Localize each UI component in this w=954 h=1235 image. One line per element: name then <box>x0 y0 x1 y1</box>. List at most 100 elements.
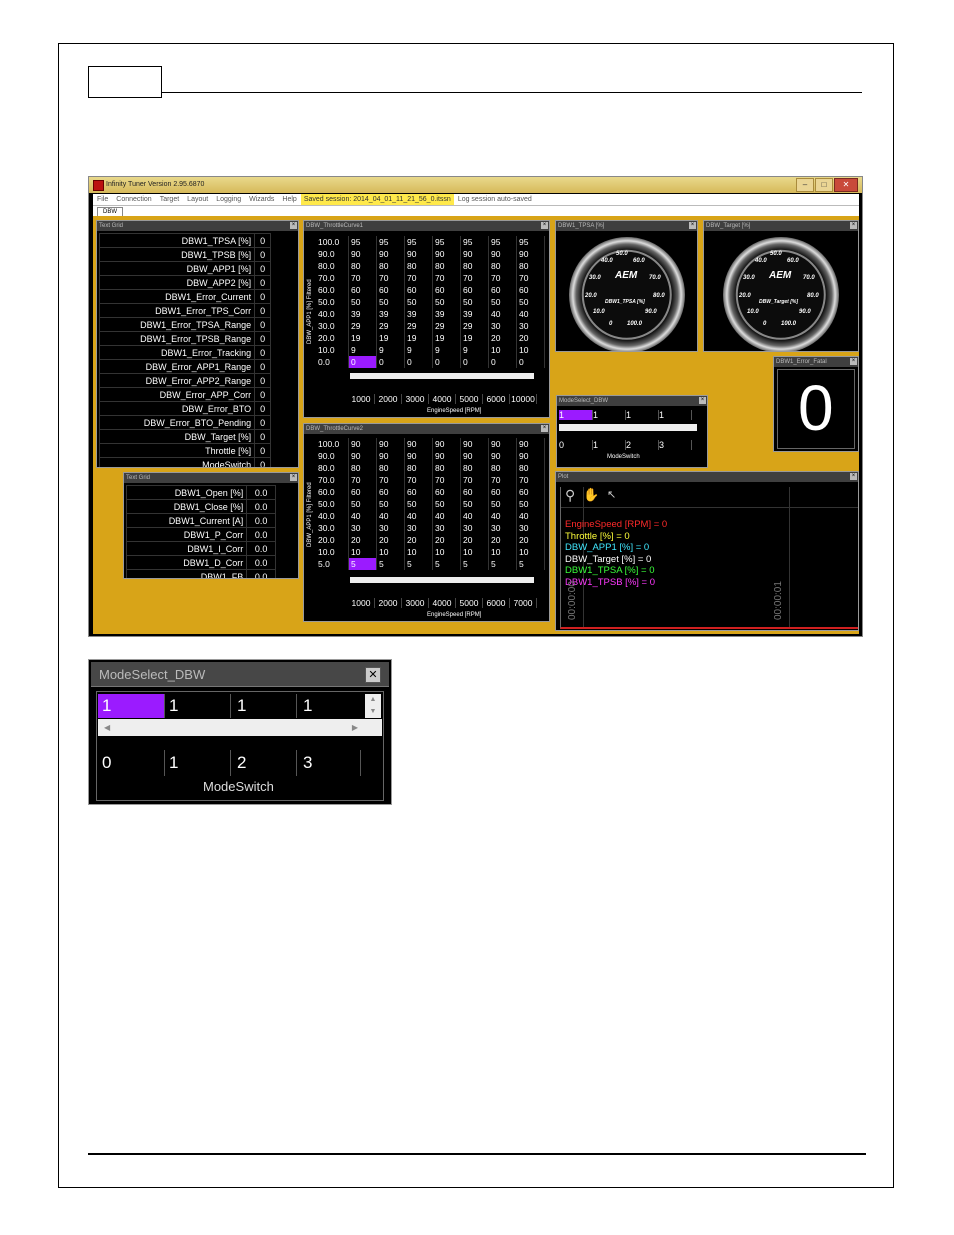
map-cell[interactable]: 0 <box>432 356 461 368</box>
map-cell[interactable]: 60 <box>404 284 433 296</box>
map-cell[interactable]: 30 <box>460 522 489 534</box>
map-cell[interactable]: 90 <box>460 450 489 462</box>
map-cell[interactable]: 29 <box>376 320 405 332</box>
map-cell[interactable]: 20 <box>516 534 545 546</box>
map-cell[interactable]: 40 <box>348 510 377 522</box>
map-cell[interactable]: 90 <box>432 248 461 260</box>
panel-close-button[interactable]: × <box>290 222 297 229</box>
map-cell[interactable]: 0 <box>404 356 433 368</box>
map-cell[interactable]: 90 <box>376 450 405 462</box>
mode-cell[interactable]: 1 <box>231 694 297 718</box>
map-cell[interactable]: 50 <box>376 498 405 510</box>
map-cell[interactable]: 50 <box>488 296 517 308</box>
map-cell[interactable]: 30 <box>348 522 377 534</box>
map-cell[interactable]: 80 <box>348 462 377 474</box>
map-cell[interactable]: 80 <box>516 462 545 474</box>
map-cell[interactable]: 40 <box>488 308 517 320</box>
map-cell[interactable]: 50 <box>460 498 489 510</box>
map-cell[interactable]: 20 <box>404 534 433 546</box>
map-cell[interactable]: 30 <box>488 522 517 534</box>
horizontal-scrollbar[interactable] <box>350 373 534 379</box>
map-cell[interactable]: 30 <box>516 522 545 534</box>
map-cell[interactable]: 80 <box>460 260 489 272</box>
map-cell[interactable]: 70 <box>376 272 405 284</box>
mode-cell[interactable]: 1 <box>659 410 692 420</box>
map-cell[interactable]: 70 <box>376 474 405 486</box>
map-cell[interactable]: 90 <box>376 438 405 450</box>
map-cell[interactable]: 5 <box>404 558 433 570</box>
map-cell[interactable]: 10 <box>460 546 489 558</box>
mode-cell[interactable]: 1 <box>593 410 626 420</box>
map-cell[interactable]: 80 <box>432 462 461 474</box>
map-cell[interactable]: 60 <box>488 486 517 498</box>
map-cell[interactable]: 19 <box>460 332 489 344</box>
map-cell[interactable]: 70 <box>348 474 377 486</box>
panel-close-button[interactable]: × <box>290 474 297 481</box>
map-cell[interactable]: 60 <box>460 486 489 498</box>
map-cell[interactable]: 5 <box>488 558 517 570</box>
minimize-button[interactable]: – <box>796 178 814 192</box>
map-cell[interactable]: 60 <box>404 486 433 498</box>
map-cell[interactable]: 70 <box>516 272 545 284</box>
map-cell[interactable]: 95 <box>348 236 377 248</box>
mode-cell[interactable]: 1 <box>165 694 231 718</box>
map-cell[interactable]: 60 <box>460 284 489 296</box>
map-cell[interactable]: 70 <box>432 474 461 486</box>
map-cell[interactable]: 20 <box>348 534 377 546</box>
map-cell[interactable]: 40 <box>516 308 545 320</box>
map-cell[interactable]: 95 <box>404 236 433 248</box>
zoom-icon[interactable]: ⚲ <box>565 487 575 504</box>
map-cell[interactable]: 30 <box>488 320 517 332</box>
map-cell[interactable]: 9 <box>460 344 489 356</box>
map-cell[interactable]: 20 <box>516 332 545 344</box>
map-cell[interactable]: 29 <box>348 320 377 332</box>
map-cell[interactable]: 10 <box>488 344 517 356</box>
map-cell[interactable]: 70 <box>404 474 433 486</box>
map-cell[interactable]: 90 <box>404 248 433 260</box>
map-cell[interactable]: 29 <box>404 320 433 332</box>
map-cell[interactable]: 30 <box>404 522 433 534</box>
mode-cell[interactable]: 1 <box>297 694 361 718</box>
map-cell[interactable]: 29 <box>460 320 489 332</box>
map-cell[interactable]: 80 <box>488 462 517 474</box>
plot-area[interactable]: ⚲ ✋ ↖ EngineSpeed [RPM] = 0 Throttle [%] … <box>560 487 858 629</box>
menu-logging[interactable]: Logging <box>212 194 245 205</box>
map-cell[interactable]: 20 <box>488 534 517 546</box>
map-cell[interactable]: 39 <box>460 308 489 320</box>
map-cell[interactable]: 60 <box>488 284 517 296</box>
map-cell[interactable]: 70 <box>460 272 489 284</box>
map-cell[interactable]: 9 <box>376 344 405 356</box>
map-cell[interactable]: 70 <box>460 474 489 486</box>
panel-close-button[interactable]: × <box>541 222 548 229</box>
map-cell[interactable]: 95 <box>432 236 461 248</box>
map-cell[interactable]: 10 <box>488 546 517 558</box>
map-cell[interactable]: 80 <box>404 462 433 474</box>
map-cell[interactable]: 9 <box>432 344 461 356</box>
map-cell[interactable]: 80 <box>516 260 545 272</box>
map-cell[interactable]: 40 <box>432 510 461 522</box>
map-cell[interactable]: 60 <box>348 284 377 296</box>
map-cell[interactable]: 0 <box>516 356 545 368</box>
scroll-right-icon[interactable]: ▶ <box>352 719 358 736</box>
map-cell[interactable]: 70 <box>348 272 377 284</box>
map-cell[interactable]: 90 <box>376 248 405 260</box>
map-cell[interactable]: 19 <box>348 332 377 344</box>
map-cell[interactable]: 20 <box>460 534 489 546</box>
map-cell[interactable]: 40 <box>404 510 433 522</box>
map-cell[interactable]: 80 <box>348 260 377 272</box>
menu-file[interactable]: File <box>93 194 112 205</box>
menu-layout[interactable]: Layout <box>183 194 212 205</box>
map-cell[interactable]: 95 <box>488 236 517 248</box>
pointer-icon[interactable]: ↖ <box>607 488 616 501</box>
map-cell[interactable]: 10 <box>516 344 545 356</box>
map-cell[interactable]: 30 <box>376 522 405 534</box>
map-cell[interactable]: 80 <box>376 260 405 272</box>
map-cell[interactable]: 5 <box>432 558 461 570</box>
map-cell[interactable]: 50 <box>516 498 545 510</box>
map-cell[interactable]: 5 <box>460 558 489 570</box>
menu-connection[interactable]: Connection <box>112 194 155 205</box>
map-cell[interactable]: 70 <box>432 272 461 284</box>
map-cell[interactable]: 60 <box>516 284 545 296</box>
panel-close-button[interactable]: × <box>850 222 857 229</box>
map-cell[interactable]: 90 <box>488 248 517 260</box>
